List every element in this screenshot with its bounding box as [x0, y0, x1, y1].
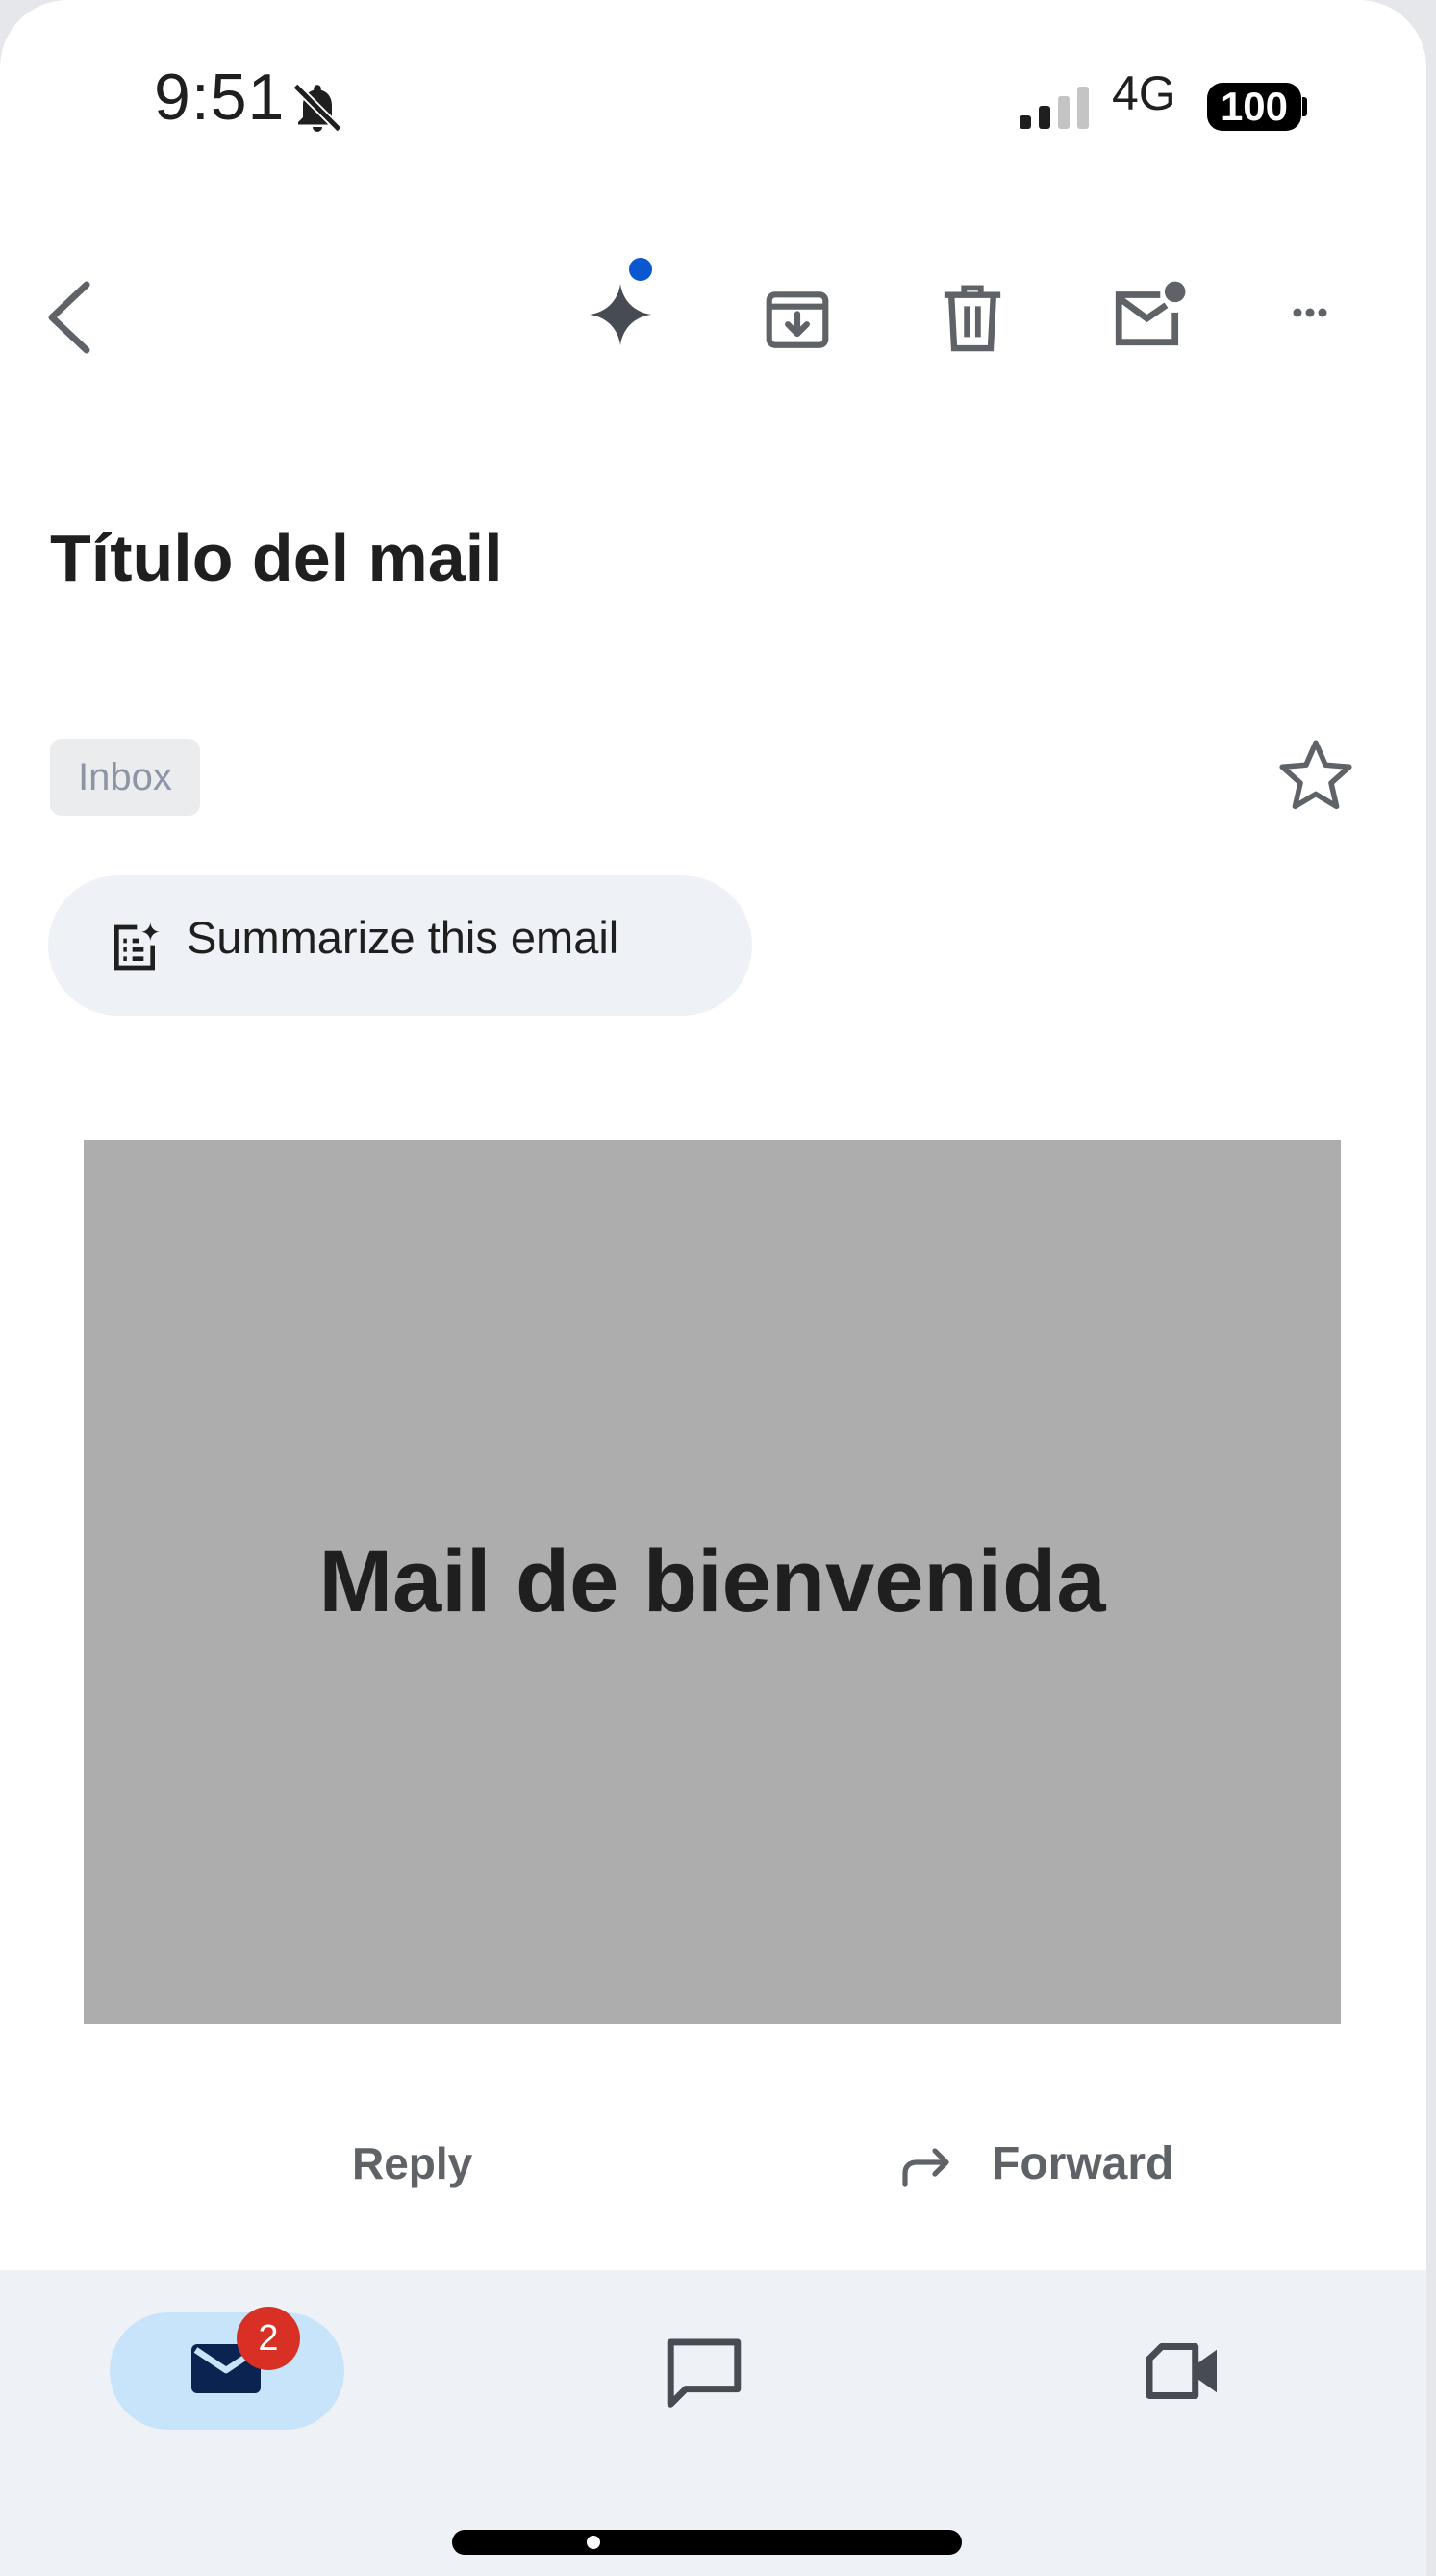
- back-icon[interactable]: [42, 279, 96, 356]
- battery-indicator: 100: [1207, 83, 1301, 131]
- more-icon[interactable]: [1291, 306, 1329, 319]
- email-subject: Título del mail: [50, 520, 503, 595]
- summarize-label: Summarize this email: [187, 912, 619, 963]
- star-icon[interactable]: [1275, 737, 1356, 814]
- delete-icon[interactable]: [939, 281, 1006, 354]
- video-icon[interactable]: [1143, 2337, 1223, 2405]
- mail-unread-badge: 2: [237, 2307, 300, 2370]
- new-feature-dot: [629, 258, 652, 281]
- nav-item-mail[interactable]: 2: [110, 2307, 344, 2430]
- home-indicator-dot: [587, 2536, 600, 2549]
- gemini-sparkle-icon: [589, 283, 652, 346]
- email-banner-image: Mail de bienvenida: [84, 1140, 1341, 2024]
- summarize-icon: [114, 922, 160, 971]
- bottom-navigation: 2: [0, 2270, 1426, 2576]
- battery-tip: [1302, 97, 1307, 116]
- signal-icon: [1020, 87, 1089, 129]
- chat-icon[interactable]: [664, 2336, 744, 2412]
- summarize-email-button[interactable]: Summarize this email: [48, 875, 752, 1016]
- home-indicator[interactable]: [452, 2530, 962, 2555]
- archive-icon[interactable]: [762, 283, 833, 354]
- status-time: 9:51: [154, 61, 286, 134]
- email-detail-screen: 9:51 4G 100 Título del mail Inbox Summar…: [0, 0, 1426, 2576]
- forward-label: Forward: [992, 2138, 1174, 2189]
- forward-icon: [902, 2148, 949, 2187]
- inbox-label-chip[interactable]: Inbox: [50, 739, 200, 816]
- banner-text: Mail de bienvenida: [318, 1532, 1106, 1630]
- mark-unread-icon[interactable]: [1110, 279, 1187, 352]
- bell-muted-icon: [292, 83, 342, 133]
- network-type: 4G: [1112, 66, 1176, 120]
- gemini-button[interactable]: [587, 258, 664, 354]
- reply-button[interactable]: Reply: [352, 2137, 472, 2189]
